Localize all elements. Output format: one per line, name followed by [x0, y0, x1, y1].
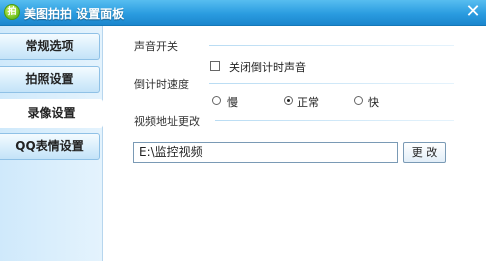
section-divider	[209, 45, 454, 46]
change-path-button[interactable]: 更 改	[403, 142, 446, 163]
title-bar: 拍 美图拍拍 设置面板 ✕	[0, 0, 486, 26]
sidebar-nav: 常规选项 拍照设置 录像设置 QQ表情设置	[0, 26, 103, 261]
speed-slow-label: 慢	[227, 96, 238, 109]
close-button[interactable]: ✕	[463, 2, 483, 22]
speed-fast-radio[interactable]	[354, 96, 363, 105]
countdown-section-label: 倒计时速度	[134, 78, 189, 91]
window-title: 美图拍拍 设置面板	[24, 7, 125, 21]
speed-fast-label: 快	[368, 96, 379, 109]
section-divider	[209, 83, 454, 84]
sidebar-item-qq-emoji[interactable]: QQ表情设置	[0, 133, 100, 160]
sidebar-item-photo[interactable]: 拍照设置	[0, 66, 100, 93]
speed-slow-radio[interactable]	[212, 96, 221, 105]
mute-countdown-checkbox[interactable]	[210, 61, 220, 71]
settings-panel: 声音开关 关闭倒计时声音 倒计时速度 慢 正常 快 视频地址更改 E:\监控视频…	[103, 26, 486, 261]
video-path-input[interactable]: E:\监控视频	[133, 142, 398, 163]
section-divider	[215, 120, 454, 121]
sidebar-item-video[interactable]: 录像设置	[0, 99, 103, 128]
sound-section-label: 声音开关	[134, 40, 178, 53]
speed-normal-label: 正常	[297, 96, 319, 109]
app-logo-icon: 拍	[4, 4, 20, 20]
speed-normal-radio[interactable]	[284, 96, 293, 105]
sidebar-item-general[interactable]: 常规选项	[0, 33, 100, 60]
mute-countdown-label: 关闭倒计时声音	[229, 61, 306, 74]
video-path-section-label: 视频地址更改	[134, 115, 200, 128]
